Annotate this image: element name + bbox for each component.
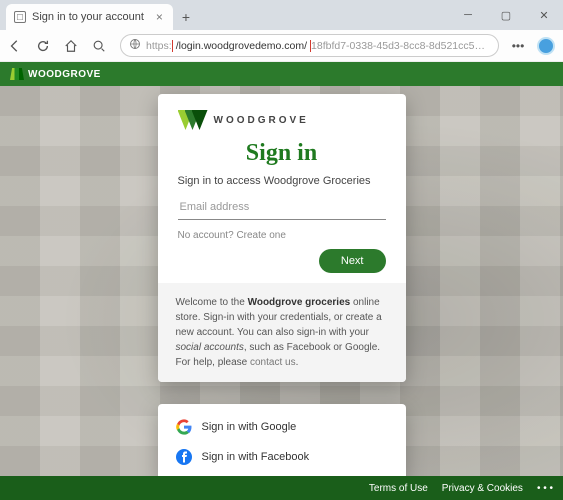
signin-card: WOODGROVE Sign in Sign in to access Wood… xyxy=(158,94,406,382)
browser-tab[interactable]: ☐ Sign in to your account × xyxy=(6,4,173,30)
footer-terms-link[interactable]: Terms of Use xyxy=(369,483,428,494)
social-signin-card: Sign in with Google Sign in with Faceboo… xyxy=(158,404,406,476)
browser-toolbar: https:/login.woodgrovedemo.com/18fbfd7-0… xyxy=(0,30,563,62)
signin-subhead: Sign in to access Woodgrove Groceries xyxy=(178,175,386,187)
overflow-menu-icon[interactable]: ••• xyxy=(509,39,527,53)
profile-avatar-icon[interactable] xyxy=(537,37,555,55)
page-stage: WOODGROVE Sign in Sign in to access Wood… xyxy=(0,86,563,476)
card-logo: WOODGROVE xyxy=(178,110,386,130)
no-account-text: No account? xyxy=(178,230,237,241)
email-field[interactable] xyxy=(178,197,386,220)
no-account-line: No account? Create one xyxy=(178,230,386,241)
brandbar-title: WOODGROVE xyxy=(28,69,101,80)
window-maximize-icon[interactable]: ▢ xyxy=(487,0,525,30)
signin-facebook-button[interactable]: Sign in with Facebook xyxy=(174,442,390,472)
address-bar[interactable]: https:/login.woodgrovedemo.com/18fbfd7-0… xyxy=(120,34,499,57)
facebook-icon xyxy=(176,449,192,465)
tab-favicon: ☐ xyxy=(14,11,26,23)
woodgrove-logo-icon xyxy=(10,68,24,80)
globe-icon xyxy=(129,38,141,53)
google-icon xyxy=(176,419,192,435)
window-minimize-icon[interactable]: ─ xyxy=(449,0,487,30)
next-button[interactable]: Next xyxy=(319,249,386,273)
url-host-highlight: /login.woodgrovedemo.com/ xyxy=(172,40,311,52)
create-account-link[interactable]: Create one xyxy=(236,230,285,241)
footer-privacy-link[interactable]: Privacy & Cookies xyxy=(442,483,523,494)
url-scheme: https: xyxy=(146,40,172,52)
card-logo-text: WOODGROVE xyxy=(214,115,309,126)
signin-heading: Sign in xyxy=(178,140,386,167)
site-footer: Terms of Use Privacy & Cookies • • • xyxy=(0,476,563,500)
contact-us-link[interactable]: contact us xyxy=(250,357,296,368)
address-text: https:/login.woodgrovedemo.com/18fbfd7-0… xyxy=(146,40,490,52)
home-icon[interactable] xyxy=(64,39,82,53)
refresh-icon[interactable] xyxy=(36,39,54,53)
new-tab-button[interactable]: + xyxy=(173,4,199,30)
window-close-icon[interactable]: ✕ xyxy=(525,0,563,30)
url-rest: 18fbfd7-0338-45d3-8cc8-8d521cc578b2/oaut… xyxy=(311,40,490,52)
back-icon[interactable] xyxy=(8,39,26,53)
tab-title: Sign in to your account xyxy=(32,11,144,23)
site-brandbar: WOODGROVE xyxy=(0,62,563,86)
footer-more-icon[interactable]: • • • xyxy=(537,483,553,494)
welcome-info: Welcome to the Woodgrove groceries onlin… xyxy=(158,283,406,382)
google-label: Sign in with Google xyxy=(202,421,297,433)
browser-titlebar: ☐ Sign in to your account × + ─ ▢ ✕ xyxy=(0,0,563,30)
woodgrove-mark-icon xyxy=(178,110,208,130)
search-icon[interactable] xyxy=(92,39,110,53)
signin-google-button[interactable]: Sign in with Google xyxy=(174,412,390,442)
tab-close-icon[interactable]: × xyxy=(156,10,163,24)
facebook-label: Sign in with Facebook xyxy=(202,451,310,463)
